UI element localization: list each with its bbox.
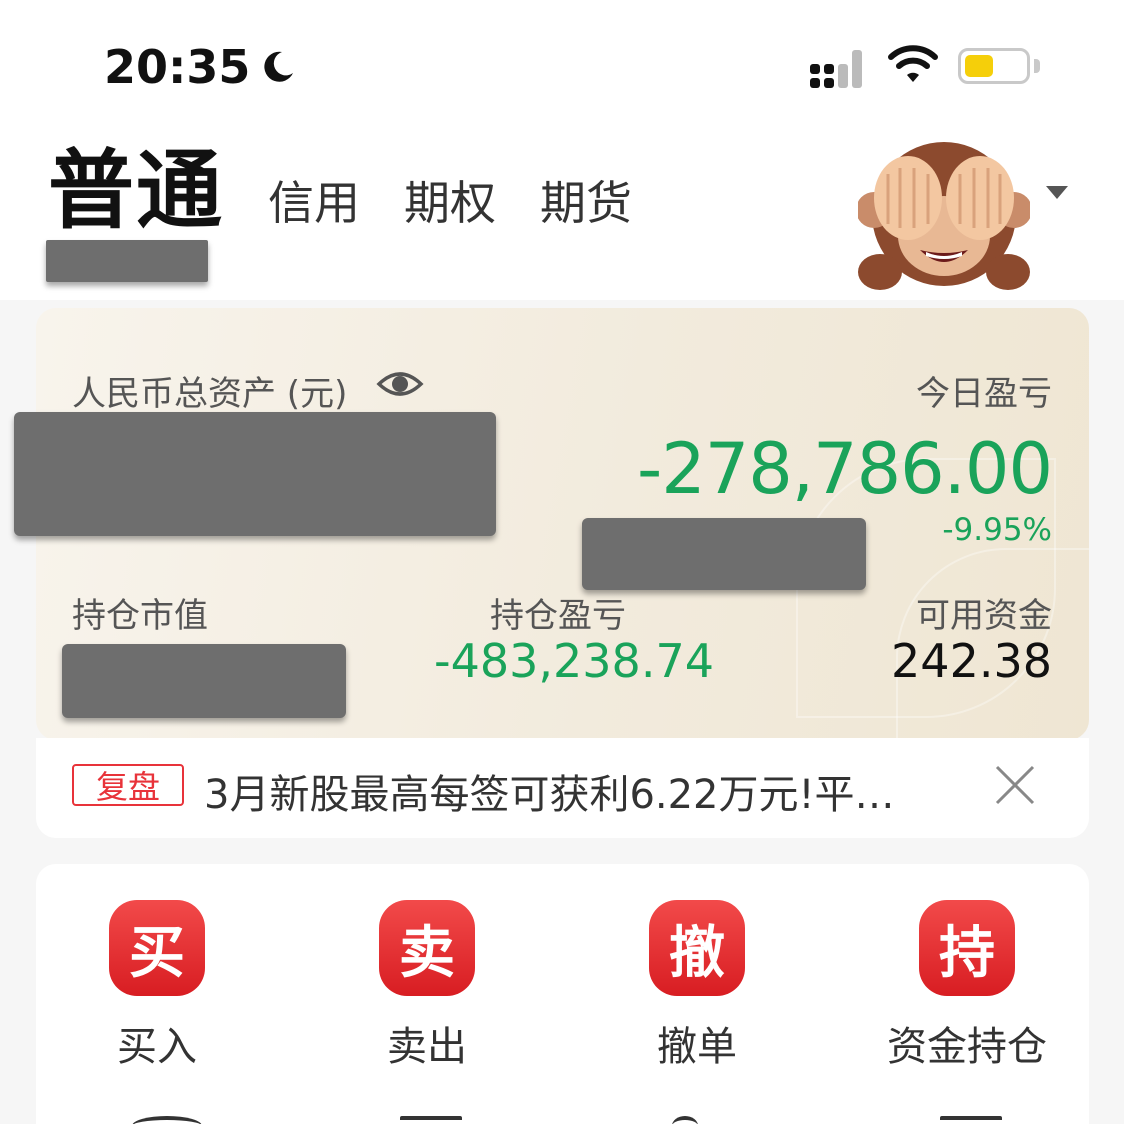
- redacted-position-value: [62, 644, 346, 718]
- redacted-overlay: [582, 518, 866, 590]
- next-row-icon: [672, 1116, 698, 1124]
- trading-account-page: 20:35 普通 信用 期权 期货 人民币总资产 (元) 今日盈亏 -278,7…: [0, 0, 1124, 1124]
- buy-button[interactable]: 买 买入: [72, 900, 242, 1072]
- see-no-evil-monkey-avatar[interactable]: [858, 124, 1030, 294]
- today-pl-label: 今日盈亏: [916, 374, 1052, 414]
- redacted-total-assets: [14, 412, 496, 536]
- tab-futures[interactable]: 期货: [540, 180, 632, 234]
- positions-button[interactable]: 持 资金持仓: [882, 900, 1052, 1072]
- notice-text[interactable]: 3月新股最高每签可获利6.22万元!平…: [204, 762, 944, 820]
- eye-icon[interactable]: [376, 366, 424, 402]
- today-pl-percent: -9.95%: [942, 512, 1052, 548]
- sell-label: 卖出: [387, 1024, 467, 1070]
- tab-normal[interactable]: 普通: [48, 148, 224, 234]
- tab-credit[interactable]: 信用: [268, 180, 360, 234]
- cancel-order-label: 撤单: [657, 1024, 737, 1070]
- battery-icon: [958, 48, 1030, 84]
- available-cash-value: 242.38: [891, 634, 1052, 688]
- positions-icon: 持: [919, 900, 1015, 996]
- status-time: 20:35: [104, 40, 296, 94]
- position-value-label: 持仓市值: [72, 596, 208, 636]
- position-pl-value: -483,238.74: [434, 634, 714, 688]
- clock-label: 20:35: [104, 40, 251, 94]
- next-row-icon: [132, 1116, 202, 1124]
- redacted-account-number: [46, 240, 208, 282]
- trading-actions-panel: 买 买入 卖 卖出 撤 撤单 持 资金持仓: [36, 864, 1089, 1124]
- chevron-down-icon[interactable]: [1046, 186, 1068, 199]
- notice-badge: 复盘: [72, 764, 184, 806]
- total-assets-label: 人民币总资产 (元): [72, 374, 348, 414]
- moon-icon: [264, 51, 294, 82]
- sell-icon: 卖: [379, 900, 475, 996]
- next-row-icon: [400, 1116, 462, 1124]
- next-row-icon: [940, 1116, 1002, 1124]
- today-pl-value: -278,786.00: [636, 428, 1053, 510]
- buy-label: 买入: [117, 1024, 197, 1070]
- cancel-order-icon: 撤: [649, 900, 745, 996]
- tab-options[interactable]: 期权: [404, 180, 496, 234]
- battery-tip: [1034, 59, 1040, 73]
- account-type-tabs: 普通 信用 期权 期货: [48, 148, 632, 234]
- sell-button[interactable]: 卖 卖出: [342, 900, 512, 1072]
- close-icon[interactable]: [994, 764, 1036, 806]
- cancel-order-button[interactable]: 撤 撤单: [612, 900, 782, 1072]
- cellular-signal-icon: [810, 50, 862, 88]
- notice-banner[interactable]: 复盘 3月新股最高每签可获利6.22万元!平…: [36, 738, 1089, 838]
- position-pl-label: 持仓盈亏: [490, 596, 626, 636]
- positions-label: 资金持仓: [887, 1024, 1047, 1070]
- buy-icon: 买: [109, 900, 205, 996]
- available-cash-label: 可用资金: [916, 596, 1052, 636]
- wifi-icon: [888, 45, 938, 82]
